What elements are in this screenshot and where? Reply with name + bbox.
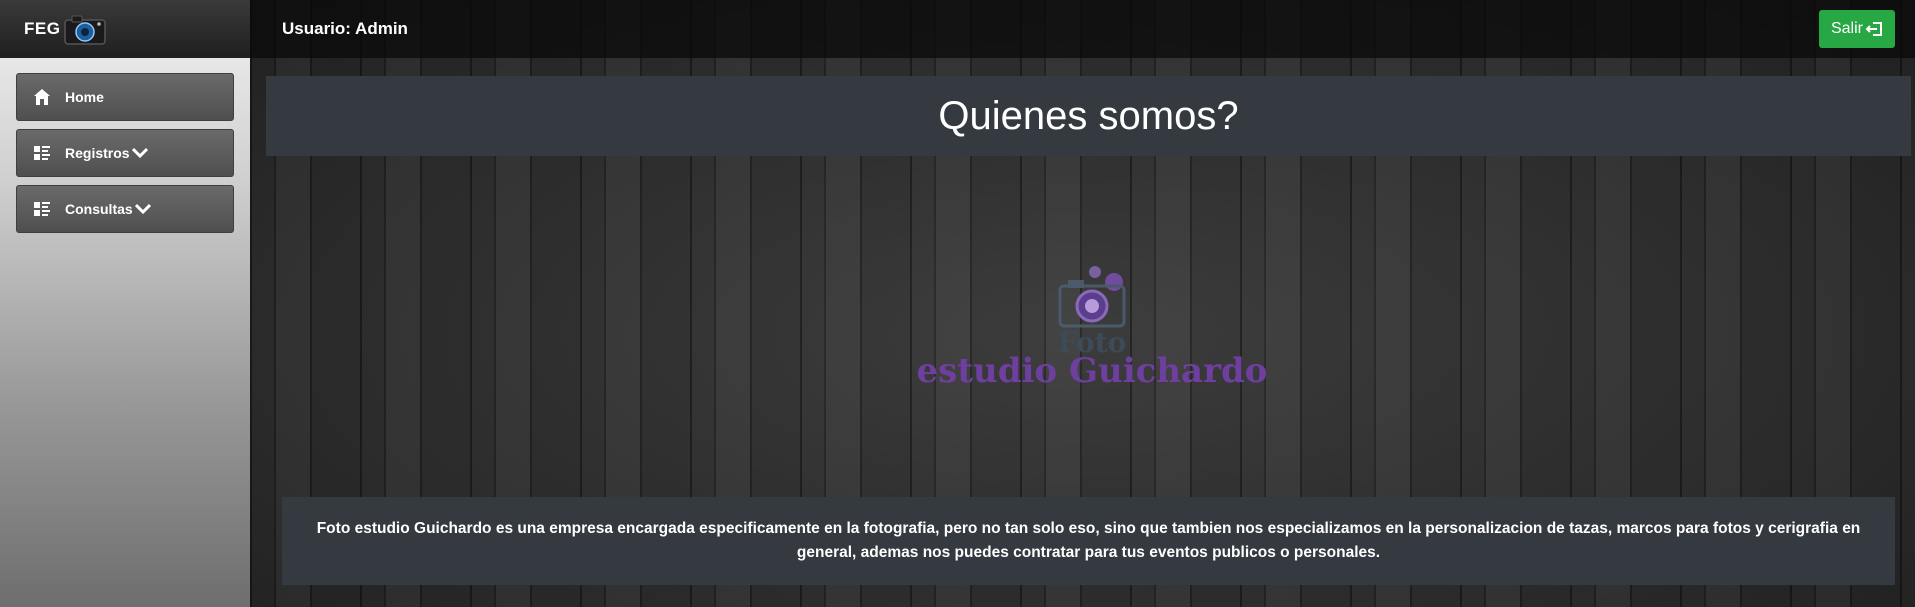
- topbar: Usuario: Admin Salir: [250, 0, 1915, 58]
- brand-name: FEG: [24, 19, 61, 38]
- sidebar-item-consultas[interactable]: Consultas: [16, 185, 234, 233]
- list-icon: [34, 146, 50, 160]
- logo-line2: estudio Guichardo: [917, 351, 1268, 391]
- main-content: Usuario: Admin Salir Quienes somos? Foto…: [250, 0, 1915, 607]
- page-title: Quienes somos?: [938, 93, 1239, 138]
- sidebar-item-home[interactable]: Home: [16, 73, 234, 121]
- description-text: Foto estudio Guichardo es una empresa en…: [316, 520, 1861, 561]
- title-panel: Quienes somos?: [266, 76, 1911, 156]
- camera-icon: [64, 15, 107, 45]
- list-icon: [34, 202, 50, 216]
- sign-out-icon: [1865, 22, 1882, 36]
- camera-icon: [1058, 266, 1126, 328]
- user-label: Usuario: Admin: [282, 19, 408, 38]
- sidebar-item-label: Consultas: [65, 201, 133, 217]
- home-icon: [34, 89, 50, 105]
- sidebar-item-label: Home: [65, 89, 104, 105]
- sidebar-item-registros[interactable]: Registros: [16, 129, 234, 177]
- sidebar-nav: Home Registros Consultas: [0, 58, 250, 233]
- brand[interactable]: FEG: [0, 0, 250, 58]
- studio-logo: Foto estudio Guichardo: [917, 266, 1268, 391]
- description-panel: Foto estudio Guichardo es una empresa en…: [282, 497, 1895, 585]
- chevron-down-icon: [131, 147, 148, 159]
- logout-label: Salir: [1830, 20, 1863, 37]
- sidebar: FEG Home Registros Consultas: [0, 0, 250, 607]
- logout-button[interactable]: Salir: [1818, 10, 1895, 48]
- chevron-down-icon: [134, 203, 151, 215]
- sidebar-item-label: Registros: [65, 145, 130, 161]
